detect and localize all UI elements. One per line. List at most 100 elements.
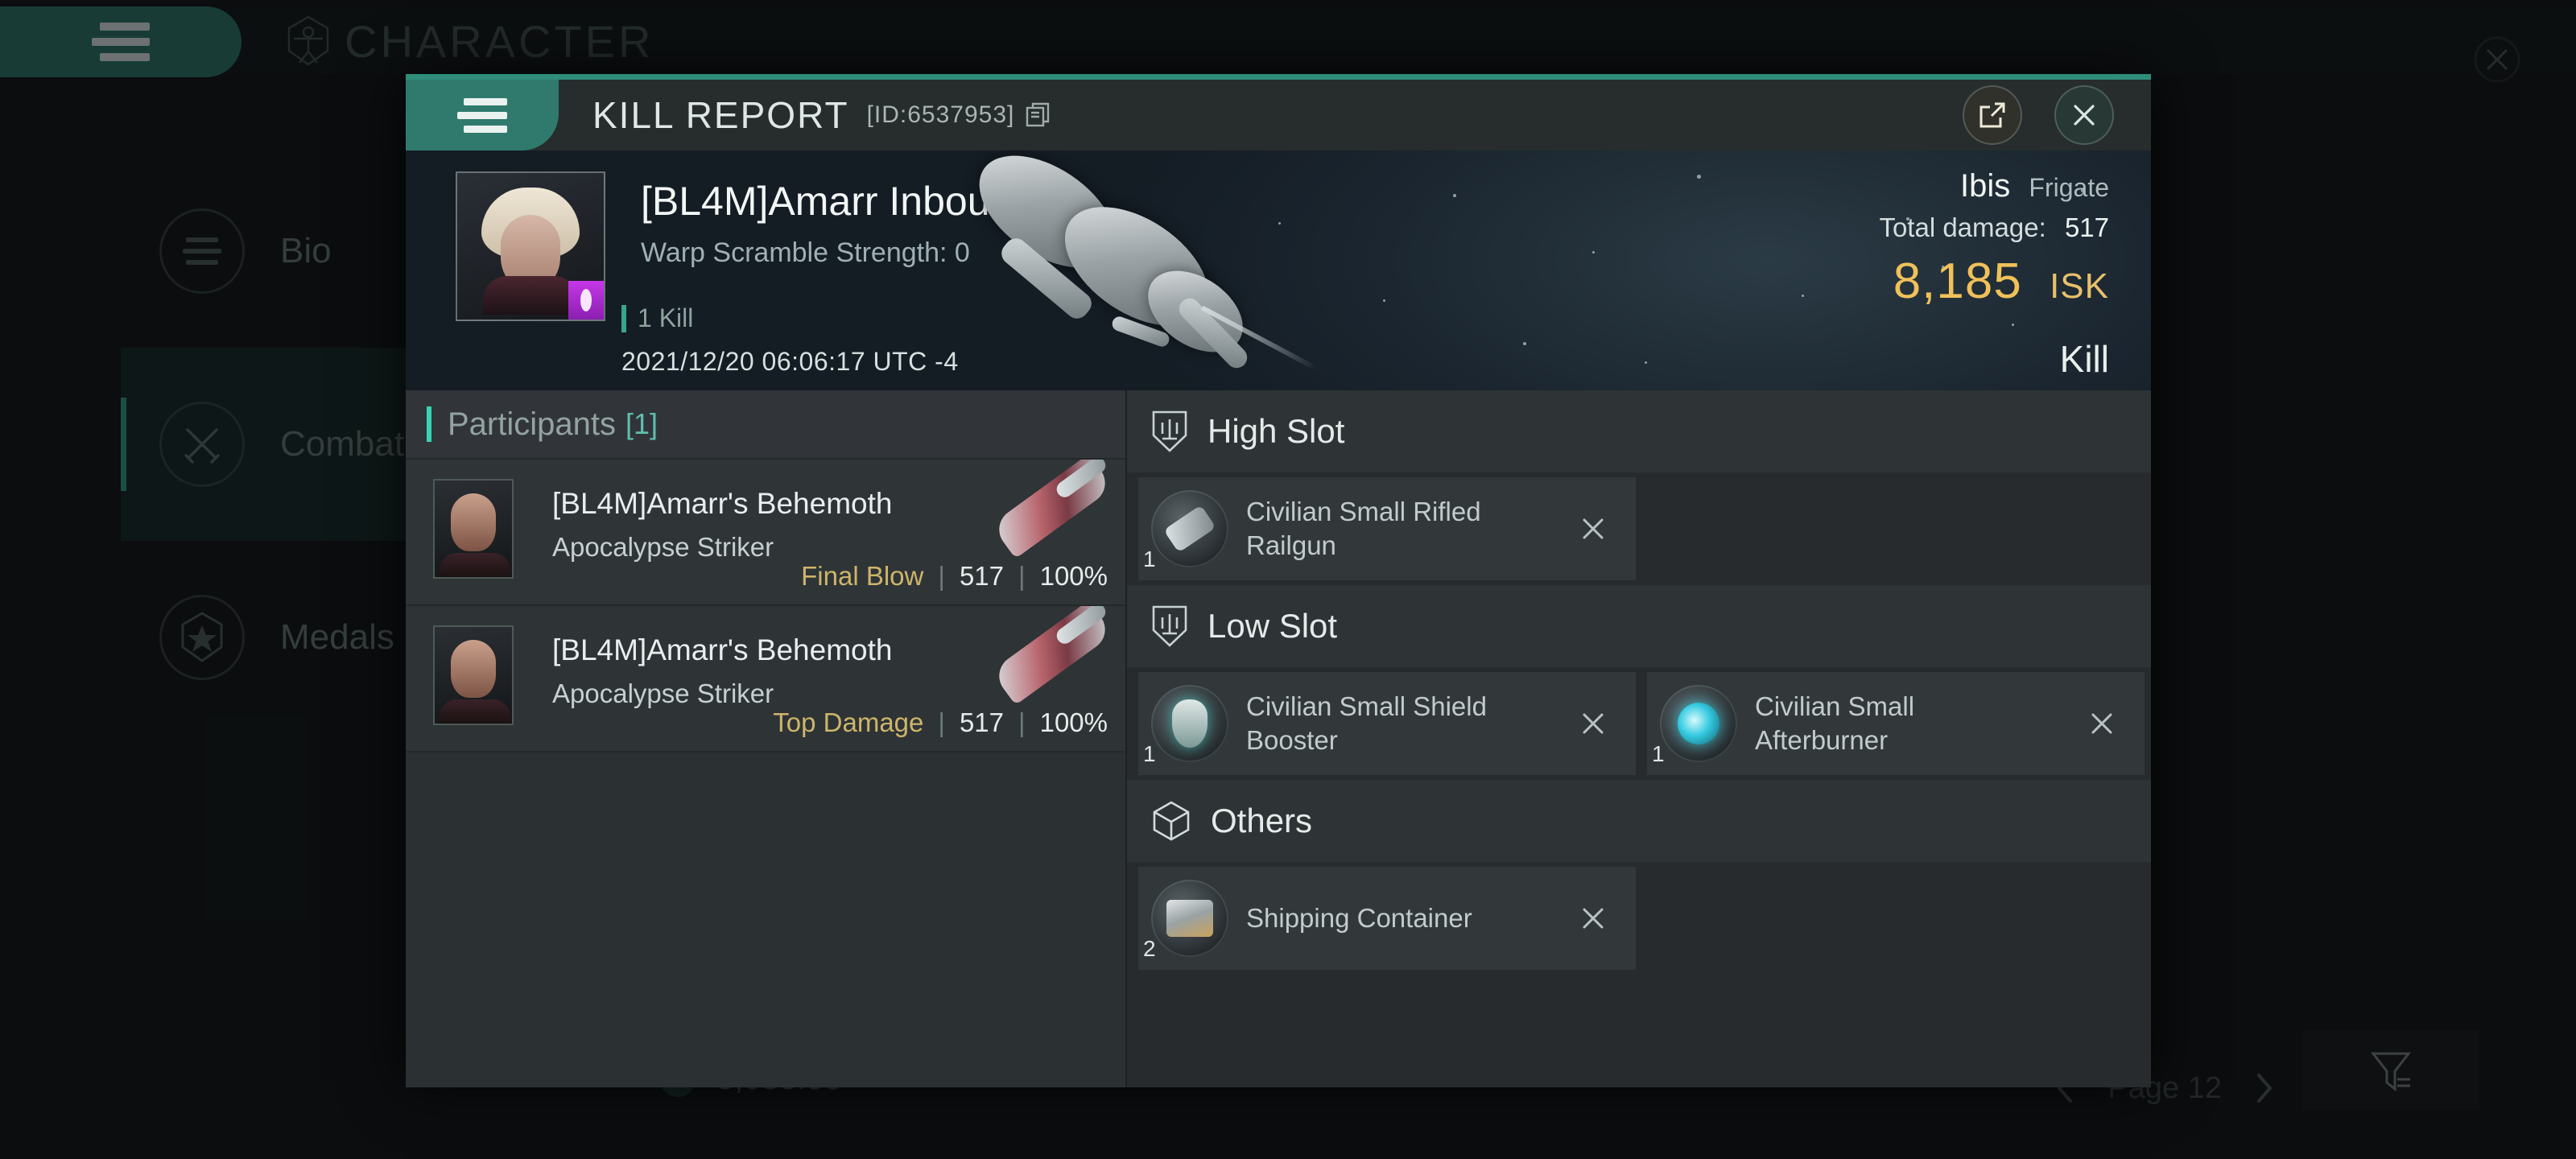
metric-separator: | — [1018, 707, 1026, 737]
section-header-low-slot: Low Slot — [1127, 585, 2151, 667]
isk-unit: ISK — [2050, 266, 2109, 306]
item-name: Shipping Container — [1246, 902, 1472, 933]
metric-separator: | — [938, 707, 945, 737]
item-name: Civilian Small Rifled Railgun — [1246, 496, 1481, 560]
total-damage-value: 517 — [2064, 212, 2109, 242]
kill-report-title: KILL REPORT — [592, 94, 849, 136]
participant-damage: 517 — [959, 561, 1005, 591]
isk-value: 8,185 — [1893, 254, 2022, 309]
list-item[interactable]: 2 Shipping Container — [1138, 867, 1636, 970]
slot-shield-icon — [1151, 604, 1188, 648]
hamburger-icon — [457, 97, 507, 133]
share-button[interactable] — [1963, 85, 2022, 145]
item-name: Civilian Small Afterburner — [1755, 691, 1915, 755]
item-name: Civilian Small Shield Booster — [1246, 691, 1487, 755]
background-close-button[interactable] — [2468, 31, 2526, 89]
participant-metrics: Final Blow | 517 | 100% — [801, 561, 1108, 592]
table-row[interactable]: [BL4M]Amarr's Behemoth Apocalypse Strike… — [406, 460, 1125, 606]
result-type: Kill — [2059, 338, 2109, 380]
background-page-title: CHARACTER — [283, 11, 654, 71]
participant-percent: 100% — [1039, 561, 1108, 591]
section-title: Low Slot — [1208, 607, 1338, 645]
kill-count-label: 1 Kill — [621, 303, 693, 333]
metric-separator: | — [1018, 561, 1026, 591]
filter-funnel-icon — [2368, 1047, 2413, 1094]
shield-booster-icon — [1151, 685, 1228, 762]
participant-name: [BL4M]Amarr's Behemoth — [552, 487, 893, 520]
kill-count-text: 1 Kill — [638, 303, 694, 332]
kill-summary-stats: Ibis Frigate Total damage: 517 8,185 ISK… — [1879, 168, 2109, 381]
kill-report-body: Participants [1] [BL4M]Amarr's Behemoth … — [406, 390, 2151, 1087]
list-item[interactable]: 1 Civilian Small Shield Booster — [1138, 672, 1636, 775]
hamburger-icon — [92, 23, 150, 61]
pager-next-button[interactable] — [2251, 1070, 2278, 1106]
ship-name: Ibis — [1960, 168, 2011, 204]
x-icon — [2088, 710, 2116, 737]
cube-icon — [1151, 800, 1191, 842]
kill-report-titlebar: KILL REPORT [ID:6537953] — [406, 80, 2151, 151]
slot-items-row: 2 Shipping Container — [1127, 862, 2151, 975]
section-header-high-slot: High Slot — [1127, 390, 2151, 472]
warp-scramble-strength: Warp Scramble Strength: 0 — [641, 237, 970, 268]
slot-items-row: 1 Civilian Small Rifled Railgun — [1127, 472, 2151, 585]
participant-name: [BL4M]Amarr's Behemoth — [552, 633, 893, 666]
kill-report-id: [ID:6537953] — [866, 101, 1015, 128]
external-link-icon — [1977, 100, 2008, 130]
kill-report-hero: [BL4M]Amarr Inbound Warp Scramble Streng… — [406, 151, 2151, 390]
star-hexagon-icon — [159, 595, 245, 680]
participant-metrics: Top Damage | 517 | 100% — [773, 707, 1108, 738]
crossed-swords-icon — [159, 402, 245, 487]
metric-separator: | — [938, 561, 945, 591]
x-icon — [1579, 905, 1607, 932]
list-icon — [159, 208, 245, 294]
slot-shield-icon — [1151, 410, 1188, 453]
participant-tag: Top Damage — [773, 707, 924, 737]
close-icon — [2068, 99, 2100, 131]
participant-percent: 100% — [1039, 707, 1108, 737]
x-icon — [1579, 515, 1607, 542]
kill-report-menu-button[interactable] — [406, 80, 559, 151]
list-item[interactable]: 1 Civilian Small Rifled Railgun — [1138, 477, 1636, 580]
background-title-text: CHARACTER — [345, 15, 654, 67]
item-quantity: 1 — [1143, 741, 1156, 766]
ship-class: Frigate — [2029, 173, 2109, 202]
apocalypse-striker-thumb — [976, 460, 1121, 569]
participants-count: [1] — [625, 407, 658, 440]
clone-badge-icon — [568, 281, 604, 320]
participants-header: Participants [1] — [406, 390, 1125, 460]
list-item[interactable]: 1 Civilian Small Afterburner — [1647, 672, 2145, 775]
section-title: Others — [1211, 802, 1313, 839]
item-quantity: 1 — [1652, 741, 1665, 766]
close-button[interactable] — [2054, 85, 2114, 145]
item-quantity: 1 — [1143, 547, 1156, 571]
container-icon — [1151, 880, 1228, 957]
slot-items-row: 1 Civilian Small Shield Booster 1 Civili… — [1127, 667, 2151, 780]
copy-icon[interactable] — [1024, 101, 1051, 129]
participants-heading: Participants — [448, 406, 616, 442]
filter-button[interactable] — [2302, 1030, 2479, 1111]
titlebar-actions — [1963, 85, 2151, 145]
victim-portrait — [481, 188, 580, 315]
participant-portrait — [433, 479, 514, 579]
background-topbar — [0, 6, 2576, 74]
participants-panel: Participants [1] [BL4M]Amarr's Behemoth … — [406, 390, 1127, 1087]
background-menu-button[interactable] — [0, 6, 242, 77]
table-row[interactable]: [BL4M]Amarr's Behemoth Apocalypse Strike… — [406, 606, 1125, 753]
x-icon — [1579, 710, 1607, 737]
sidebar-label-combat: Combat — [280, 424, 405, 464]
section-header-others: Others — [1127, 780, 2151, 862]
item-quantity: 2 — [1143, 936, 1156, 961]
participant-damage: 517 — [959, 707, 1005, 737]
fitting-panel: High Slot 1 Civilian Small Rifled Railgu… — [1127, 390, 2151, 1087]
participant-ship: Apocalypse Striker — [552, 532, 774, 562]
ibis-frigate-render — [953, 151, 1372, 381]
participant-ship: Apocalypse Striker — [552, 678, 774, 708]
vitruvian-man-icon — [283, 14, 333, 68]
participant-portrait — [433, 625, 514, 725]
railgun-icon — [1151, 490, 1228, 567]
victim-avatar[interactable] — [456, 171, 605, 321]
participant-tag: Final Blow — [801, 561, 924, 591]
sidebar-label-medals: Medals — [280, 617, 394, 657]
kill-timestamp: 2021/12/20 06:06:17 UTC -4 — [621, 347, 959, 376]
kill-report-dialog: KILL REPORT [ID:6537953] [BL4M]Amarr Inb… — [406, 74, 2151, 1087]
